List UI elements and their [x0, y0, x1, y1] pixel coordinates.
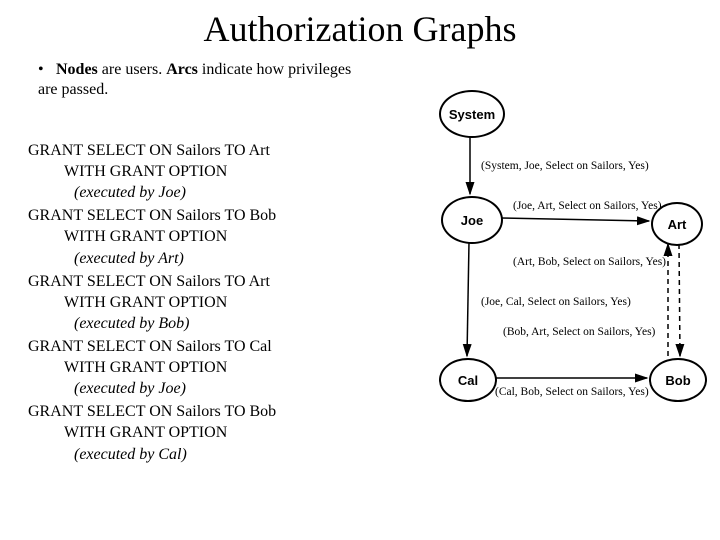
grant-line: GRANT SELECT ON Sailors TO Art [28, 271, 388, 292]
slide-title: Authorization Graphs [0, 8, 720, 50]
text-nodes-desc: are users. [98, 61, 166, 78]
node-bob: Bob [649, 358, 707, 402]
edge-label-joe-cal: (Joe, Cal, Select on Sailors, Yes) [481, 296, 631, 308]
term-arcs: Arcs [166, 61, 198, 78]
executed-by: (executed by Art) [28, 248, 388, 269]
option-line: WITH GRANT OPTION [28, 292, 388, 313]
grant-line: GRANT SELECT ON Sailors TO Cal [28, 336, 388, 357]
grant-stmt: GRANT SELECT ON Sailors TO Cal WITH GRAN… [28, 336, 388, 399]
edge-label-joe-art: (Joe, Art, Select on Sailors, Yes) [513, 200, 662, 212]
definition-bullet: • Nodes are users. Arcs indicate how pri… [38, 60, 368, 100]
executed-by: (executed by Joe) [28, 182, 388, 203]
option-line: WITH GRANT OPTION [28, 226, 388, 247]
grant-statements: GRANT SELECT ON Sailors TO Art WITH GRAN… [28, 140, 388, 467]
grant-stmt: GRANT SELECT ON Sailors TO Bob WITH GRAN… [28, 205, 388, 268]
grant-stmt: GRANT SELECT ON Sailors TO Art WITH GRAN… [28, 271, 388, 334]
slide: Authorization Graphs • Nodes are users. … [0, 0, 720, 540]
option-line: WITH GRANT OPTION [28, 161, 388, 182]
executed-by: (executed by Bob) [28, 313, 388, 334]
edge-label-sys-joe: (System, Joe, Select on Sailors, Yes) [481, 160, 649, 172]
grant-stmt: GRANT SELECT ON Sailors TO Art WITH GRAN… [28, 140, 388, 203]
grant-stmt: GRANT SELECT ON Sailors TO Bob WITH GRAN… [28, 401, 388, 464]
executed-by: (executed by Cal) [28, 444, 388, 465]
bullet-dot: • [38, 60, 52, 80]
option-line: WITH GRANT OPTION [28, 357, 388, 378]
grant-line: GRANT SELECT ON Sailors TO Bob [28, 401, 388, 422]
grant-line: GRANT SELECT ON Sailors TO Bob [28, 205, 388, 226]
edge-label-cal-bob: (Cal, Bob, Select on Sailors, Yes) [495, 386, 649, 398]
node-system: System [439, 90, 505, 138]
term-nodes: Nodes [56, 61, 98, 78]
edge-label-bob-art: (Bob, Art, Select on Sailors, Yes) [503, 326, 655, 338]
node-cal: Cal [439, 358, 497, 402]
node-joe: Joe [441, 196, 503, 244]
option-line: WITH GRANT OPTION [28, 422, 388, 443]
executed-by: (executed by Joe) [28, 378, 388, 399]
authorization-graph: System Joe Art Cal Bob (System, Joe, Sel… [395, 90, 715, 460]
graph-edges [395, 90, 715, 460]
edge-label-art-bob: (Art, Bob, Select on Sailors, Yes) [513, 256, 666, 268]
grant-line: GRANT SELECT ON Sailors TO Art [28, 140, 388, 161]
